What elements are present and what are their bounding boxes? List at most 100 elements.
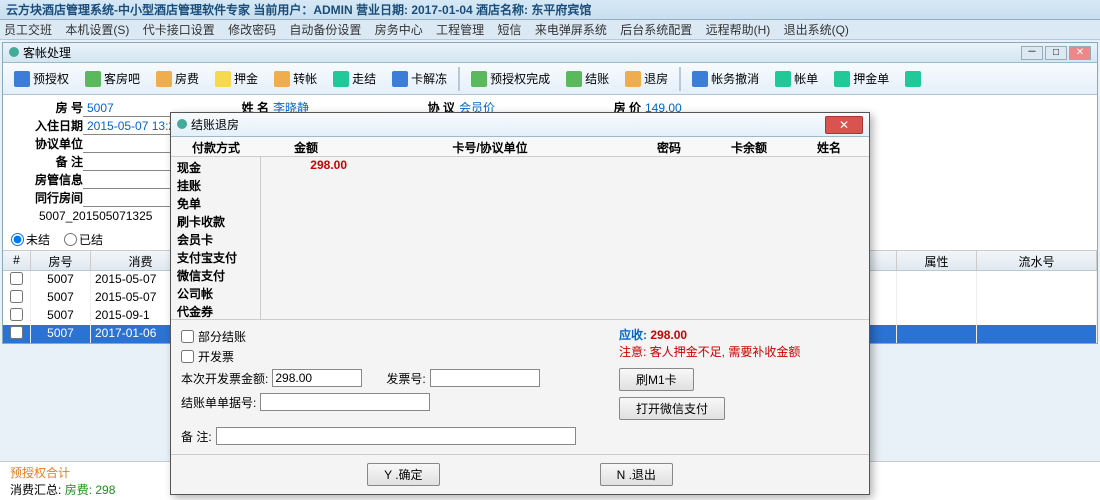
radio-unsettled[interactable]: 未结 [11, 231, 50, 248]
pay-cash[interactable]: 现金 [171, 157, 260, 175]
invoice-no-input[interactable] [430, 369, 540, 387]
minibar-icon [85, 71, 101, 87]
transfer-button[interactable]: 转帐 [267, 67, 324, 90]
col-amount: 金额 [261, 137, 351, 156]
deposit-button[interactable]: 押金 [208, 67, 265, 90]
radio-settled[interactable]: 已结 [64, 231, 103, 248]
checkout-room-button[interactable]: 退房 [618, 67, 675, 90]
settle-no-label: 结账单单据号: [181, 394, 256, 411]
row-checkbox[interactable] [10, 290, 23, 303]
dialog-left-panel: 部分结账 开发票 本次开发票金额: 发票号: 结账单单据号: 备 注: [181, 326, 609, 448]
row-checkbox[interactable] [10, 326, 23, 339]
menu-item[interactable]: 修改密码 [228, 23, 276, 37]
menu-item[interactable]: 房务中心 [375, 23, 423, 37]
menu-item[interactable]: 来电弹屏系统 [535, 23, 607, 37]
partial-label: 部分结账 [198, 328, 246, 345]
invoice-checkbox[interactable] [181, 350, 194, 363]
pay-member[interactable]: 会员卡 [171, 229, 260, 247]
deposit-bill-button[interactable]: 押金单 [827, 67, 896, 90]
pay-wechat[interactable]: 微信支付 [171, 265, 260, 283]
deposit-warning: 注意: 客人押金不足, 需要补收金额 [619, 343, 859, 360]
maximize-button[interactable]: □ [1045, 46, 1067, 60]
col-balance: 卡余额 [709, 137, 789, 156]
dialog-remark-label: 备 注: [181, 428, 212, 445]
col-attr: 属性 [897, 251, 977, 270]
dialog-body: 现金 挂账 免单 刷卡收款 会员卡 支付宝支付 微信支付 公司帐 代金券 298… [171, 157, 869, 319]
exit-button[interactable]: N .退出 [600, 463, 673, 486]
bill-button[interactable]: 帐单 [768, 67, 825, 90]
dialog-close-button[interactable]: ✕ [825, 116, 863, 134]
menu-item[interactable]: 本机设置(S) [65, 23, 129, 37]
app-title-bar: 云方块酒店管理系统-中小型酒店管理软件专家 当前用户：ADMIN 营业日期: 2… [0, 0, 1100, 20]
minibar-button[interactable]: 客房吧 [78, 67, 147, 90]
sub-window-title: 客帐处理 [23, 46, 71, 60]
pay-credit[interactable]: 挂账 [171, 175, 260, 193]
summary-label: 消费汇总: [10, 483, 61, 497]
roomfee-value: 298 [95, 483, 115, 497]
row-checkbox[interactable] [10, 272, 23, 285]
dialog-remark-input[interactable] [216, 427, 576, 445]
col-cardno: 卡号/协议单位 [351, 137, 629, 156]
row-checkbox[interactable] [10, 308, 23, 321]
dialog-icon [177, 119, 187, 129]
col-room: 房号 [31, 251, 91, 270]
print-extra-button[interactable] [898, 68, 928, 90]
mgmt-label: 房管信息 [23, 171, 83, 189]
transfer-icon [274, 71, 290, 87]
invoice-amt-input[interactable] [272, 369, 362, 387]
undo-button[interactable]: 帐务撤消 [685, 67, 766, 90]
payment-methods-list: 现金 挂账 免单 刷卡收款 会员卡 支付宝支付 微信支付 公司帐 代金券 [171, 157, 261, 319]
deposit-icon [215, 71, 231, 87]
dialog-title-bar[interactable]: 结账退房 ✕ [171, 113, 869, 137]
menu-item[interactable]: 后台系统配置 [620, 23, 692, 37]
menu-item[interactable]: 短信 [498, 23, 522, 37]
roomfee-button[interactable]: 房费 [149, 67, 206, 90]
pay-card[interactable]: 刷卡收款 [171, 211, 260, 229]
toolbar-separator [679, 67, 681, 91]
due-amount: 应收: 298.00 [619, 326, 859, 343]
confirm-button[interactable]: Y .确定 [367, 463, 439, 486]
walkout-button[interactable]: 走结 [326, 67, 383, 90]
check-icon [471, 71, 487, 87]
folder-icon [156, 71, 172, 87]
pay-voucher[interactable]: 代金券 [171, 301, 260, 319]
preauth-button[interactable]: 预授权 [7, 67, 76, 90]
close-button[interactable]: ✕ [1069, 46, 1091, 60]
pay-alipay[interactable]: 支付宝支付 [171, 247, 260, 265]
scissors-icon [392, 71, 408, 87]
menu-item[interactable]: 远程帮助(H) [706, 23, 771, 37]
dialog-lower: 部分结账 开发票 本次开发票金额: 发票号: 结账单单据号: 备 注: 应收: … [171, 319, 869, 454]
cash-amount[interactable]: 298.00 [261, 157, 351, 175]
menu-item[interactable]: 员工交班 [4, 23, 52, 37]
dialog-right-panel: 应收: 298.00 注意: 客人押金不足, 需要补收金额 刷M1卡 打开微信支… [609, 326, 859, 448]
unfreeze-button[interactable]: 卡解冻 [385, 67, 454, 90]
checkin-label: 入住日期 [23, 117, 83, 135]
invoice-no-label: 发票号: [386, 370, 425, 387]
dialog-grid-header: 付款方式 金额 卡号/协议单位 密码 卡余额 姓名 [171, 137, 869, 157]
toolbar-separator [458, 67, 460, 91]
preauth-done-button[interactable]: 预授权完成 [464, 67, 557, 90]
dialog-title: 结账退房 [191, 118, 239, 132]
minimize-button[interactable]: － [1021, 46, 1043, 60]
menu-item[interactable]: 代卡接口设置 [143, 23, 215, 37]
undo-icon [692, 71, 708, 87]
m1-card-button[interactable]: 刷M1卡 [619, 368, 694, 391]
walkout-icon [333, 71, 349, 87]
remark-label: 备 注 [23, 153, 83, 171]
menu-item[interactable]: 工程管理 [436, 23, 484, 37]
print-icon [905, 71, 921, 87]
menu-item[interactable]: 自动备份设置 [289, 23, 361, 37]
menu-item[interactable]: 退出系统(Q) [784, 23, 849, 37]
wechat-pay-button[interactable]: 打开微信支付 [619, 397, 725, 420]
session-id: 5007_201505071325 [23, 207, 152, 225]
settle-no-input[interactable] [260, 393, 430, 411]
pay-company[interactable]: 公司帐 [171, 283, 260, 301]
pay-free[interactable]: 免单 [171, 193, 260, 211]
col-serial: 流水号 [977, 251, 1097, 270]
col-paytype: 付款方式 [171, 137, 261, 156]
checkout-button[interactable]: 结账 [559, 67, 616, 90]
print-icon [834, 71, 850, 87]
partial-checkbox[interactable] [181, 330, 194, 343]
print-icon [775, 71, 791, 87]
checkout-dialog: 结账退房 ✕ 付款方式 金额 卡号/协议单位 密码 卡余额 姓名 现金 挂账 免… [170, 112, 870, 495]
